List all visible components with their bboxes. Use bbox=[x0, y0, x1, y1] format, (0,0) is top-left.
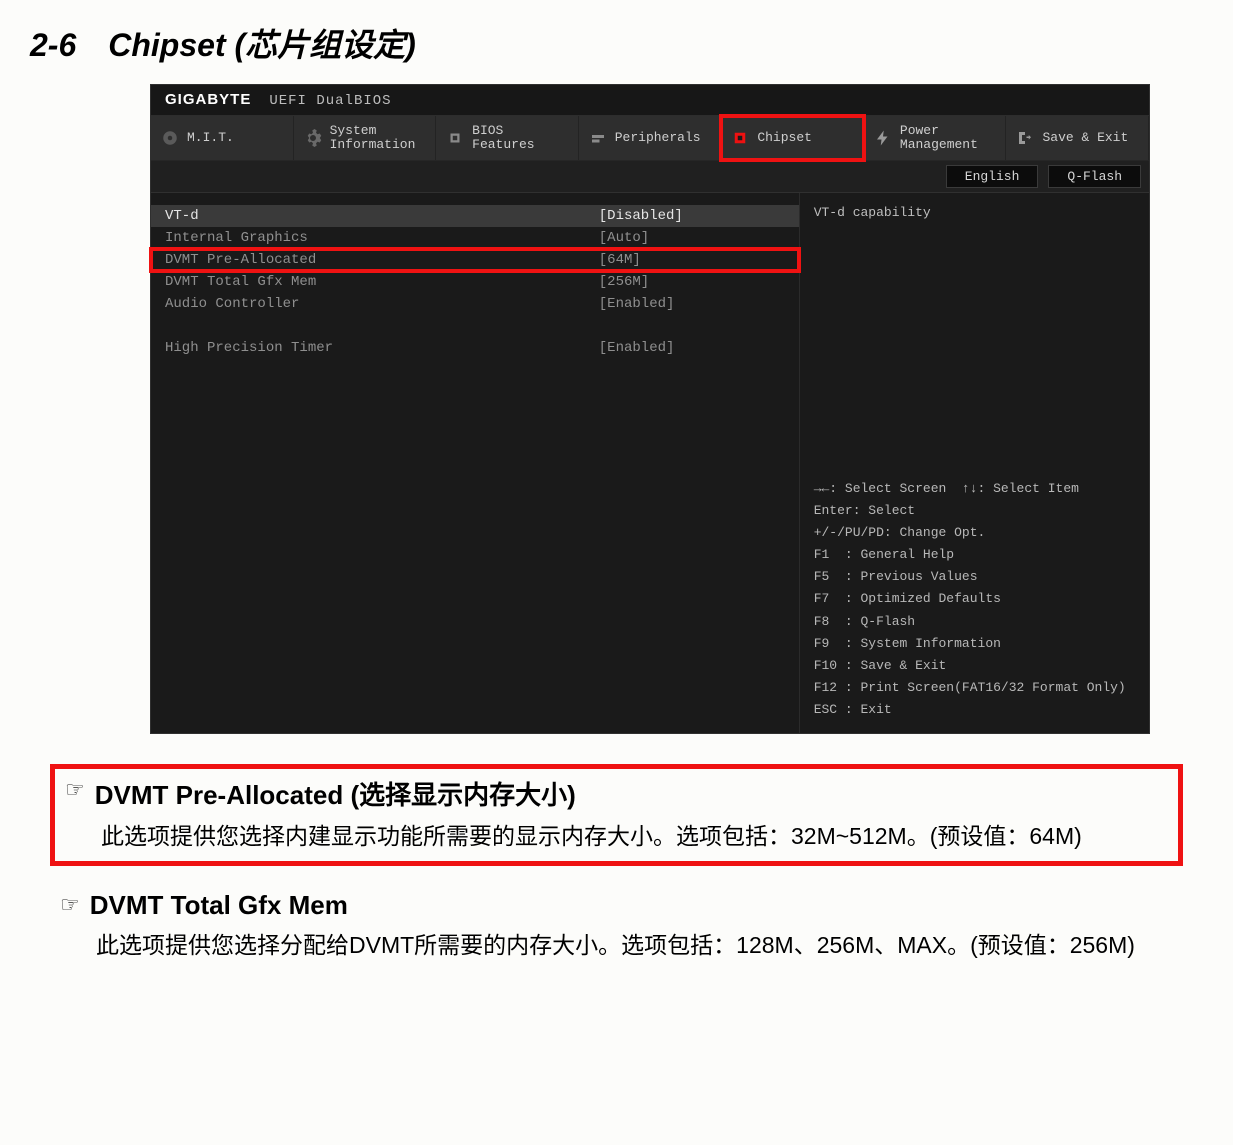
bios-screenshot: GIGABYTE UEFI DualBIOS M.I.T. System Inf… bbox=[150, 84, 1150, 734]
desc-title: DVMT Pre-Allocated (选择显示内存大小) bbox=[95, 775, 576, 812]
bios-options-panel: VT-d [Disabled] Internal Graphics [Auto]… bbox=[151, 193, 800, 733]
english-button[interactable]: English bbox=[946, 165, 1039, 188]
side-help-keys: →←: Select Screen ↑↓: Select Item Enter:… bbox=[814, 478, 1135, 721]
tab-label: BIOS Features bbox=[472, 124, 534, 153]
disc-icon bbox=[161, 129, 179, 147]
option-row-high-precision-timer[interactable]: High Precision Timer [Enabled] bbox=[151, 337, 799, 359]
tab-chipset[interactable]: Chipset bbox=[721, 116, 864, 160]
option-value: [Enabled] bbox=[599, 340, 785, 356]
section-heading: 2-6 Chipset (芯片组设定) bbox=[30, 20, 1203, 66]
option-label: Audio Controller bbox=[165, 296, 599, 312]
power-icon bbox=[874, 129, 892, 147]
option-label: DVMT Pre-Allocated bbox=[165, 252, 599, 268]
desc-dvmt-total-gfx-mem: ☞ DVMT Total Gfx Mem 此选项提供您选择分配给DVMT所需要的… bbox=[50, 884, 1183, 970]
tab-label: Save & Exit bbox=[1042, 131, 1128, 145]
tab-save-exit[interactable]: Save & Exit bbox=[1006, 116, 1149, 160]
exit-icon bbox=[1016, 129, 1034, 147]
tab-label: System Information bbox=[330, 124, 416, 153]
option-row-vtd[interactable]: VT-d [Disabled] bbox=[151, 205, 799, 227]
option-label: Internal Graphics bbox=[165, 230, 599, 246]
option-label: DVMT Total Gfx Mem bbox=[165, 274, 599, 290]
option-row-dvmt-pre-allocated[interactable]: DVMT Pre-Allocated [64M] bbox=[151, 249, 799, 271]
desc-dvmt-pre-allocated: ☞ DVMT Pre-Allocated (选择显示内存大小) 此选项提供您选择… bbox=[50, 764, 1183, 866]
tab-system-information[interactable]: System Information bbox=[294, 116, 437, 160]
tab-label: Peripherals bbox=[615, 131, 701, 145]
bios-body: VT-d [Disabled] Internal Graphics [Auto]… bbox=[151, 193, 1149, 733]
bios-titlebar: GIGABYTE UEFI DualBIOS bbox=[151, 85, 1149, 116]
option-value: [Disabled] bbox=[599, 208, 785, 224]
option-label: VT-d bbox=[165, 208, 599, 224]
bios-tabstrip: M.I.T. System Information BIOS Features … bbox=[151, 116, 1149, 161]
pointer-icon: ☞ bbox=[60, 892, 80, 918]
option-label: High Precision Timer bbox=[165, 340, 599, 356]
option-spacer bbox=[151, 315, 799, 337]
gear-icon bbox=[304, 129, 322, 147]
bios-toolbar: English Q-Flash bbox=[151, 161, 1149, 193]
desc-body: 此选项提供您选择分配给DVMT所需要的内存大小。选项包括：128M、256M、M… bbox=[60, 927, 1173, 964]
bios-side-panel: VT-d capability →←: Select Screen ↑↓: Se… bbox=[800, 193, 1149, 733]
tab-label: Power Management bbox=[900, 124, 978, 153]
option-value: [Auto] bbox=[599, 230, 785, 246]
tab-mit[interactable]: M.I.T. bbox=[151, 116, 294, 160]
desc-title: DVMT Total Gfx Mem bbox=[90, 890, 348, 921]
peripherals-icon bbox=[589, 129, 607, 147]
option-row-audio-controller[interactable]: Audio Controller [Enabled] bbox=[151, 293, 799, 315]
chip-icon bbox=[446, 129, 464, 147]
bios-subtitle: UEFI DualBIOS bbox=[269, 93, 391, 109]
option-value: [64M] bbox=[599, 252, 785, 268]
chipset-icon bbox=[731, 129, 749, 147]
bios-brand: GIGABYTE bbox=[165, 91, 251, 108]
option-row-dvmt-total-gfx-mem[interactable]: DVMT Total Gfx Mem [256M] bbox=[151, 271, 799, 293]
tab-label: M.I.T. bbox=[187, 131, 234, 145]
side-info-text: VT-d capability bbox=[814, 205, 1135, 220]
tab-label: Chipset bbox=[757, 131, 812, 145]
desc-body: 此选项提供您选择内建显示功能所需要的显示内存大小。选项包括：32M~512M。(… bbox=[65, 818, 1168, 855]
option-value: [Enabled] bbox=[599, 296, 785, 312]
option-value: [256M] bbox=[599, 274, 785, 290]
tab-peripherals[interactable]: Peripherals bbox=[579, 116, 722, 160]
pointer-icon: ☞ bbox=[65, 777, 85, 803]
option-row-internal-graphics[interactable]: Internal Graphics [Auto] bbox=[151, 227, 799, 249]
tab-bios-features[interactable]: BIOS Features bbox=[436, 116, 579, 160]
qflash-button[interactable]: Q-Flash bbox=[1048, 165, 1141, 188]
tab-power-management[interactable]: Power Management bbox=[864, 116, 1007, 160]
